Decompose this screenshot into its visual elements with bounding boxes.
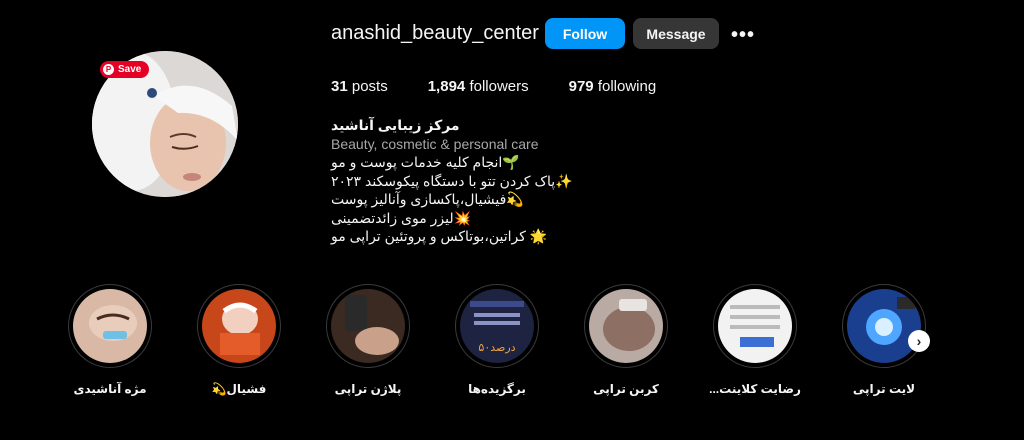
highlights-next-icon[interactable]: › <box>908 330 930 352</box>
pinterest-save-button[interactable]: P Save <box>100 61 150 78</box>
highlight-item[interactable]: کربن تراپی <box>584 284 668 396</box>
following-stat[interactable]: 979 following <box>569 78 657 95</box>
highlight-label: مژه آناشیدی <box>73 382 147 396</box>
profile-stats: 31 posts 1,894 followers 979 following <box>331 78 696 95</box>
pinterest-icon: P <box>103 64 114 75</box>
highlight-label: کربن تراپی <box>593 382 659 396</box>
highlight-item[interactable]: فشیال💫 <box>197 284 281 396</box>
highlight-thumb-text: ۵۰درصد <box>478 341 515 354</box>
highlight-thumbnail <box>718 289 792 363</box>
highlight-thumbnail <box>331 289 405 363</box>
profile-avatar[interactable]: P Save <box>92 51 238 197</box>
highlight-item[interactable]: مژه آناشیدی <box>68 284 152 396</box>
profile-category: Beauty, cosmetic & personal care <box>331 135 539 152</box>
posts-label: posts <box>351 78 388 95</box>
highlight-label: پلاژن تراپی <box>334 382 402 396</box>
save-label: Save <box>118 64 142 75</box>
highlight-item[interactable]: رضایت کلاینت... <box>709 284 801 396</box>
bio-line: ✨پاک کردن تتو با دستگاه پیکوسکند ۲۰۲۳ <box>331 172 573 189</box>
story-highlights: مژه آناشیدی فشیال💫 پلاژن تراپی ۵۰درصد بر… <box>0 284 1024 404</box>
highlight-label: فشیال💫 <box>211 382 267 396</box>
bio-line: 🌟 کراتین،بوتاکس و پروتئین تراپی مو <box>331 228 548 244</box>
follow-button[interactable]: Follow <box>545 18 625 49</box>
profile-display-name: مرکز زیبایی آناشید <box>331 117 460 133</box>
highlight-label: رضایت کلاینت... <box>709 382 801 396</box>
highlight-item[interactable]: ۵۰درصد برگزیده‌ها <box>455 284 539 396</box>
followers-count: 1,894 <box>427 78 466 95</box>
highlight-label: برگزیده‌ها <box>468 382 526 396</box>
profile-bio: مرکز زیبایی آناشید Beauty, cosmetic & pe… <box>331 116 591 246</box>
bio-line: 🌱انجام کلیه خدمات پوست و مو <box>331 154 520 170</box>
profile-username: anashid_beauty_center <box>331 22 539 44</box>
message-button[interactable]: Message <box>633 18 719 49</box>
following-label: following <box>597 78 657 95</box>
followers-stat[interactable]: 1,894 followers <box>428 78 529 95</box>
posts-stat: 31 posts <box>331 78 388 95</box>
highlight-thumbnail <box>202 289 276 363</box>
highlight-thumbnail: ۵۰درصد <box>460 289 534 363</box>
posts-count: 31 <box>331 78 348 95</box>
more-options-icon[interactable]: ••• <box>731 24 755 47</box>
following-count: 979 <box>568 78 594 95</box>
bio-line: 💥لیزر موی زائدتضمینی <box>331 209 472 226</box>
highlight-label: لایت تراپی <box>852 382 916 396</box>
bio-line: 💫فیشیال،پاکسازی وآنالیز پوست <box>331 191 524 207</box>
highlight-thumbnail <box>589 289 663 363</box>
followers-label: followers <box>469 78 529 95</box>
highlight-thumbnail <box>73 289 147 363</box>
highlight-item[interactable]: پلاژن تراپی <box>326 284 410 396</box>
highlight-thumbnail <box>847 289 921 363</box>
